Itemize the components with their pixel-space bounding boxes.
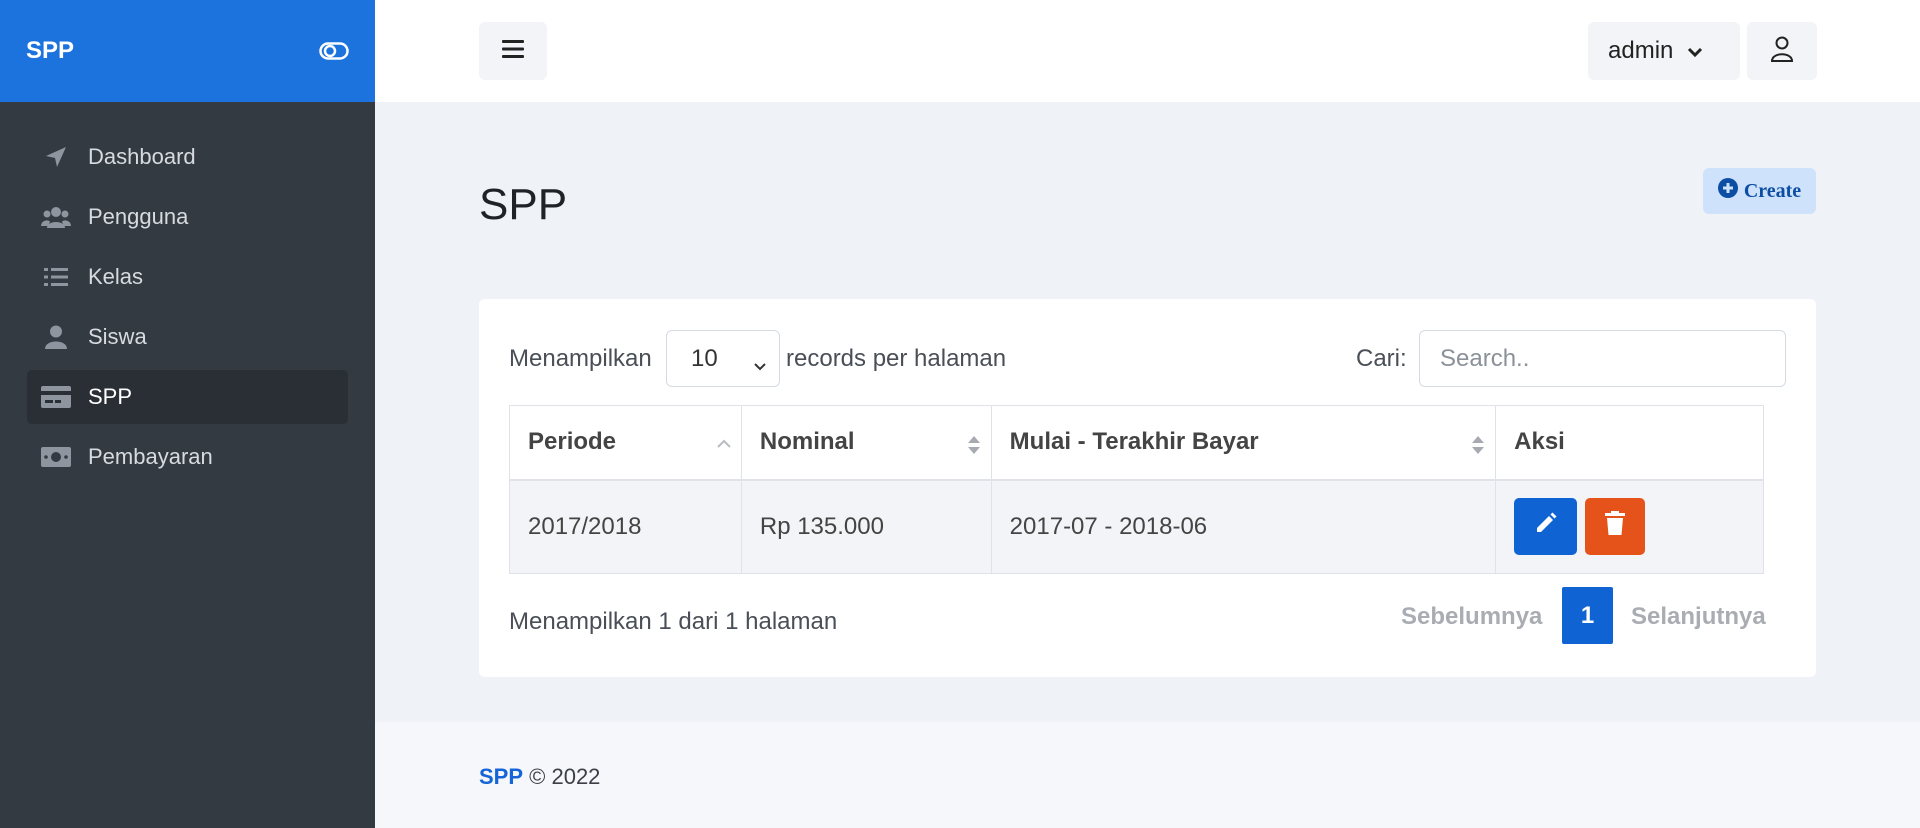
search-input[interactable] [1419, 330, 1786, 387]
pagination-info: Menampilkan 1 dari 1 halaman [509, 608, 838, 635]
paper-plane-icon [41, 145, 71, 169]
cell-nominal: Rp 135.000 [740, 479, 992, 574]
sidebar-item-label: Pembayaran [88, 444, 213, 469]
column-header-label: Aksi [1514, 428, 1565, 456]
user-outline-icon [1770, 36, 1794, 67]
cell-periode: 2017/2018 [509, 479, 742, 574]
column-header-periode[interactable]: Periode [509, 405, 742, 481]
menu-toggle-button[interactable] [479, 22, 547, 80]
topbar: admin [375, 0, 1920, 102]
column-header-nominal[interactable]: Nominal [740, 405, 992, 481]
chevron-down-icon [753, 351, 767, 379]
sidebar-item-pembayaran[interactable]: Pembayaran [27, 430, 348, 484]
toggle-icon[interactable] [319, 41, 349, 61]
user-icon [41, 325, 71, 349]
column-header-label: Periode [528, 428, 617, 456]
spp-table: Periode Nominal Mulai - Terakhir Bayar A… [509, 405, 1764, 574]
sidebar-item-label: Siswa [88, 324, 147, 349]
footer-copyright: © 2022 [529, 764, 601, 789]
sidebar-nav: Dashboard Pengguna Kelas Siswa SPP Pemba… [0, 102, 375, 484]
column-header-label: Nominal [759, 428, 855, 456]
cell-range: 2017-07 - 2018-06 [990, 479, 1497, 574]
delete-button[interactable] [1585, 498, 1646, 556]
profile-button[interactable] [1747, 22, 1817, 80]
row-actions [1514, 498, 1763, 556]
credit-card-icon [41, 385, 71, 409]
create-button[interactable]: Create [1703, 168, 1816, 214]
records-label: records per halaman [786, 345, 1007, 372]
page-title: SPP [479, 180, 568, 229]
pagination-next[interactable]: Selanjutnya [1631, 603, 1766, 631]
per-page-value: 10 [691, 344, 718, 372]
sort-icon [967, 434, 981, 462]
money-bill-icon [41, 445, 71, 469]
chevron-down-icon [1687, 37, 1703, 65]
users-icon [41, 205, 71, 229]
footer-text: SPP © 2022 [479, 764, 600, 790]
sidebar-item-kelas[interactable]: Kelas [27, 250, 348, 304]
user-dropdown-button[interactable]: admin [1588, 22, 1740, 80]
sidebar: SPP Dashboard Pengguna Kelas Siswa SPP P… [0, 0, 375, 828]
column-header-mulai-terakhir[interactable]: Mulai - Terakhir Bayar [990, 405, 1497, 481]
trash-icon [1605, 511, 1626, 542]
pagination-page-current[interactable]: 1 [1562, 587, 1613, 644]
sort-icon [1471, 434, 1485, 462]
hamburger-icon [502, 39, 524, 63]
edit-button[interactable] [1514, 498, 1578, 556]
table-row: 2017/2018 Rp 135.000 2017-07 - 2018-06 [509, 479, 1764, 574]
column-header-label: Mulai - Terakhir Bayar [1009, 428, 1259, 456]
brand-title[interactable]: SPP [26, 37, 74, 65]
sidebar-item-pengguna[interactable]: Pengguna [27, 190, 348, 244]
footer: SPP © 2022 [375, 722, 1920, 828]
show-label: Menampilkan [509, 345, 652, 372]
sidebar-item-dashboard[interactable]: Dashboard [27, 130, 348, 184]
sort-asc-icon [717, 434, 731, 462]
username-label: admin [1608, 37, 1674, 64]
per-page-select[interactable]: 10 [666, 330, 780, 387]
list-icon [41, 265, 71, 289]
sidebar-item-label: SPP [88, 384, 133, 409]
table-header-row: Periode Nominal Mulai - Terakhir Bayar A… [509, 405, 1764, 481]
pagination-prev[interactable]: Sebelumnya [1401, 603, 1542, 631]
sidebar-item-label: Kelas [88, 264, 144, 289]
create-label: Create [1743, 179, 1802, 202]
plus-circle-icon [1717, 178, 1744, 204]
cell-actions [1495, 479, 1764, 574]
search-label: Cari: [1356, 345, 1407, 372]
pencil-icon [1534, 511, 1558, 542]
sidebar-item-label: Dashboard [88, 144, 196, 169]
footer-brand-link[interactable]: SPP [479, 764, 523, 789]
sidebar-item-label: Pengguna [88, 204, 189, 229]
sidebar-brand: SPP [0, 0, 375, 102]
table-card: Menampilkan 10 records per halaman Cari:… [479, 299, 1816, 677]
sidebar-item-siswa[interactable]: Siswa [27, 310, 348, 364]
sidebar-item-spp[interactable]: SPP [27, 370, 348, 424]
column-header-aksi: Aksi [1495, 405, 1764, 481]
